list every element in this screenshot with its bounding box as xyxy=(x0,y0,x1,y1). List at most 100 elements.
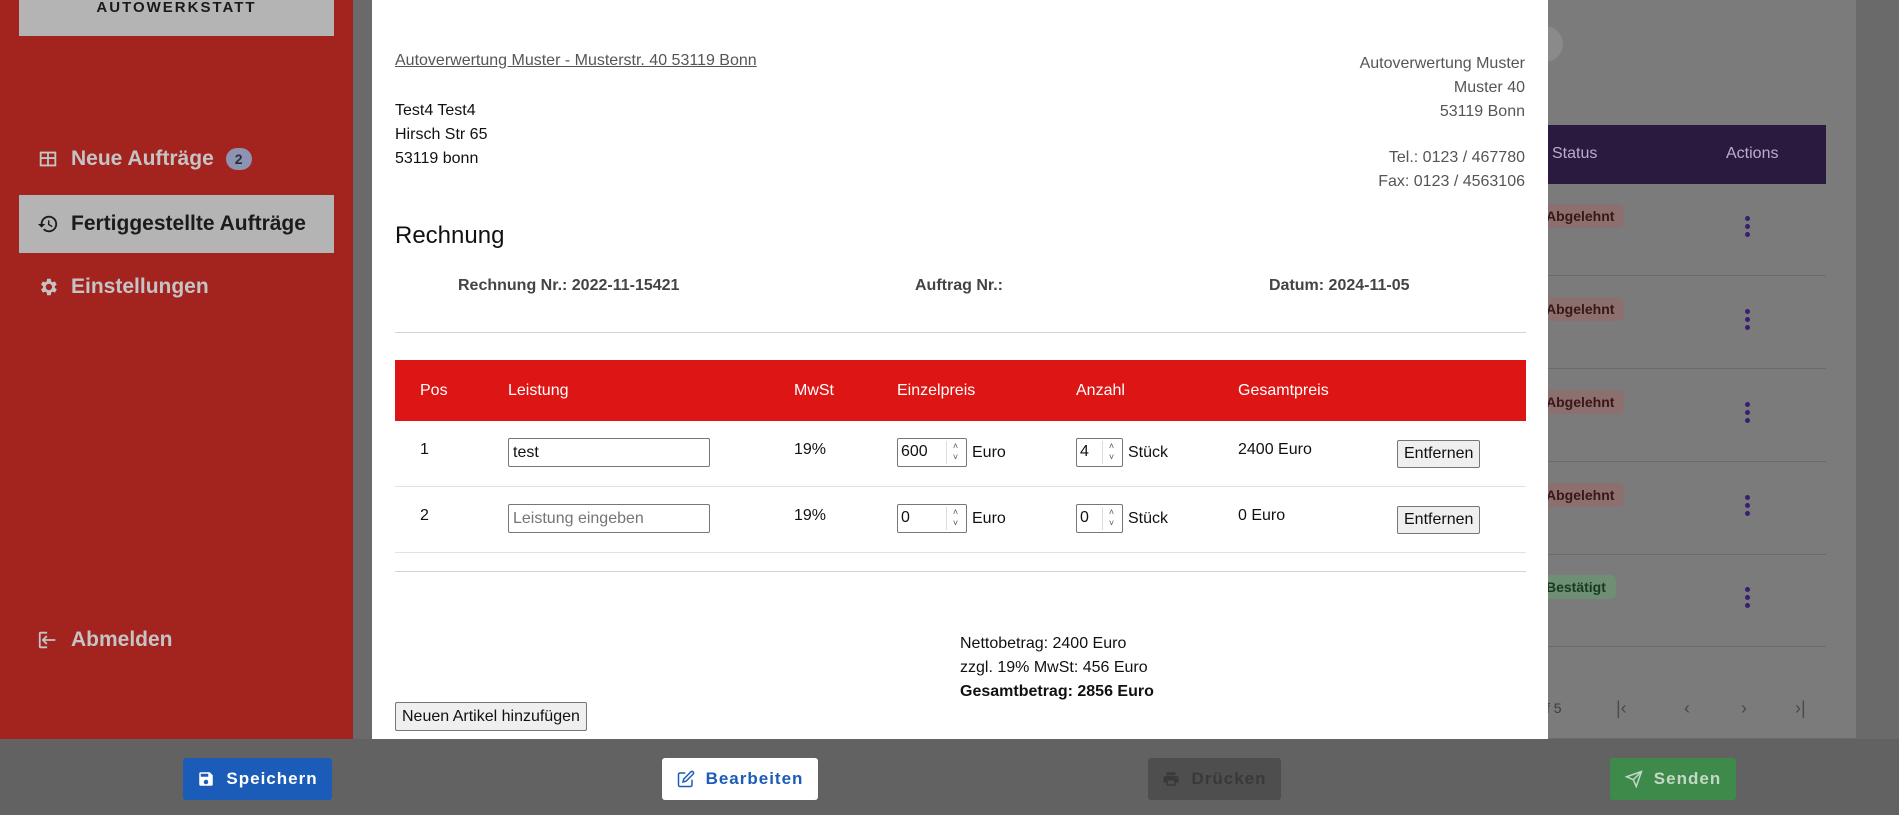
company-name: Autoverwertung Muster xyxy=(1359,55,1525,72)
count-badge: 2 xyxy=(225,148,252,170)
service-input[interactable] xyxy=(508,504,710,533)
recipient-street: Hirsch Str 65 xyxy=(395,126,488,143)
logout-label: Abmelden xyxy=(71,628,173,651)
next-page-icon[interactable]: › xyxy=(1741,698,1747,719)
service-column-header: Leistung xyxy=(508,382,569,399)
quantity-unit-label: Stück xyxy=(1128,444,1169,461)
send-label: Senden xyxy=(1653,769,1722,788)
quantity-value: 0 xyxy=(1080,509,1089,526)
more-actions-icon[interactable] xyxy=(1745,495,1751,519)
order-number: Auftrag Nr.: xyxy=(915,277,1003,294)
vat-column-header: MwSt xyxy=(794,382,834,399)
invoice-title: Rechnung xyxy=(395,222,505,249)
service-input[interactable] xyxy=(508,438,710,467)
last-page-icon[interactable]: ›| xyxy=(1795,698,1806,719)
table-row: Abgelehnt xyxy=(1546,463,1826,555)
quantity-column-header: Anzahl xyxy=(1076,382,1125,399)
invoice-modal: Autoverwertung Muster - Musterstr. 40 53… xyxy=(372,0,1548,758)
unit-price-column-header: Einzelpreis xyxy=(897,382,976,399)
pos-column-header: Pos xyxy=(420,382,448,399)
recipient-name: Test4 Test4 xyxy=(395,102,476,119)
unit-price-value: 600 xyxy=(901,443,928,460)
invoice-items-table: Pos Leistung MwSt Einzelpreis Anzahl Ges… xyxy=(395,360,1526,553)
remove-item-button[interactable]: Entfernen xyxy=(1397,440,1481,468)
company-contact: Tel.: 0123 / 467780 Fax: 0123 / 4563106 xyxy=(1378,146,1525,194)
unit-price-stepper[interactable]: 0 ˄ ˅ xyxy=(897,504,967,533)
sidebar-item-settings[interactable]: Einstellungen xyxy=(19,258,334,316)
vat-amount: zzgl. 19% MwSt: 456 Euro xyxy=(960,659,1148,676)
sidebar-item-label: Neue Aufträge xyxy=(71,147,214,170)
stepper-arrows-icon[interactable]: ˄ ˅ xyxy=(1102,441,1120,464)
more-actions-icon[interactable] xyxy=(1745,587,1751,611)
status-badge: Abgelehnt xyxy=(1546,483,1625,507)
stepper-arrows-icon[interactable]: ˄ ˅ xyxy=(946,441,964,464)
status-badge: Abgelehnt xyxy=(1546,204,1625,228)
table-row: Abgelehnt xyxy=(1546,277,1826,369)
divider xyxy=(395,571,1526,572)
currency-label: Euro xyxy=(972,444,1006,461)
quantity-value: 4 xyxy=(1080,443,1089,460)
net-amount: Nettobetrag: 2400 Euro xyxy=(960,635,1127,652)
sidebar-item-new-orders[interactable]: Neue Aufträge 2 xyxy=(19,130,334,188)
more-actions-icon[interactable] xyxy=(1745,216,1751,240)
quantity-unit-label: Stück xyxy=(1128,510,1169,527)
unit-price-stepper[interactable]: 600 ˄ ˅ xyxy=(897,438,967,467)
orders-table-header: Status Actions xyxy=(1546,125,1826,184)
brand-logo: AUTOWERKSTATT xyxy=(19,0,334,36)
table-row: 2 19% 0 ˄˅ Euro 0 ˄˅ Stück 0 Euro Entfer… xyxy=(395,487,1526,553)
print-button[interactable]: Drücken xyxy=(1148,758,1281,800)
logout-icon xyxy=(38,631,56,649)
table-row: Abgelehnt xyxy=(1546,184,1826,276)
recipient-city: 53119 bonn xyxy=(395,150,479,167)
prev-page-icon[interactable]: ‹ xyxy=(1684,698,1690,719)
more-actions-icon[interactable] xyxy=(1745,402,1751,426)
table-row: Bestätigt xyxy=(1546,555,1826,647)
item-total: 2400 Euro xyxy=(1238,441,1312,458)
status-badge: Abgelehnt xyxy=(1546,297,1625,321)
table-icon xyxy=(39,151,57,167)
item-pos: 1 xyxy=(420,441,429,458)
company-address: Autoverwertung Muster Muster 40 53119 Bo… xyxy=(1360,52,1525,124)
quantity-stepper[interactable]: 0 ˄ ˅ xyxy=(1076,504,1123,533)
save-button[interactable]: Speichern xyxy=(183,758,332,800)
first-page-icon[interactable]: |‹ xyxy=(1616,698,1627,719)
send-button[interactable]: Senden xyxy=(1610,758,1736,800)
unit-price-value: 0 xyxy=(901,509,910,526)
divider xyxy=(395,332,1526,333)
items-table-header: Pos Leistung MwSt Einzelpreis Anzahl Ges… xyxy=(395,360,1526,421)
invoice-date: Datum: 2024-11-05 xyxy=(1269,277,1410,294)
sidebar: AUTOWERKSTATT Neue Aufträge 2 Fertiggest… xyxy=(0,0,353,815)
total-column-header: Gesamtpreis xyxy=(1238,382,1329,399)
item-total: 0 Euro xyxy=(1238,507,1286,524)
stepper-arrows-icon[interactable]: ˄ ˅ xyxy=(946,507,964,530)
gear-icon xyxy=(41,278,57,296)
add-item-button[interactable]: Neuen Artikel hinzufügen xyxy=(395,702,587,731)
invoice-totals: Nettobetrag: 2400 Euro zzgl. 19% MwSt: 4… xyxy=(960,632,1154,704)
table-row: Abgelehnt xyxy=(1546,370,1826,462)
company-fax: Fax: 0123 / 4563106 xyxy=(1378,173,1525,190)
more-actions-icon[interactable] xyxy=(1745,309,1751,333)
actions-column-header: Actions xyxy=(1726,145,1779,162)
company-phone: Tel.: 0123 / 467780 xyxy=(1388,149,1525,166)
remove-item-button[interactable]: Entfernen xyxy=(1397,506,1481,534)
recipient-address: Test4 Test4 Hirsch Str 65 53119 bonn xyxy=(395,99,487,171)
item-vat: 19% xyxy=(794,507,827,524)
save-label: Speichern xyxy=(226,769,318,788)
stepper-arrows-icon[interactable]: ˄ ˅ xyxy=(1102,507,1120,530)
currency-label: Euro xyxy=(972,510,1006,527)
status-column-header: Status xyxy=(1552,145,1598,162)
edit-button[interactable]: Bearbeiten xyxy=(662,758,818,800)
logout-button[interactable]: Abmelden xyxy=(19,611,334,669)
edit-icon xyxy=(677,770,694,788)
quantity-stepper[interactable]: 4 ˄ ˅ xyxy=(1076,438,1123,467)
sender-address-line: Autoverwertung Muster - Musterstr. 40 53… xyxy=(395,52,757,69)
paper-plane-icon xyxy=(1624,770,1643,788)
sidebar-item-completed-orders[interactable]: Fertiggestellte Aufträge xyxy=(19,195,334,253)
company-street: Muster 40 xyxy=(1453,79,1525,96)
sidebar-item-label: Einstellungen xyxy=(71,275,209,298)
print-label: Drücken xyxy=(1191,769,1267,788)
printer-icon xyxy=(1163,772,1179,786)
gross-amount: Gesamtbetrag: 2856 Euro xyxy=(960,683,1154,700)
invoice-number: Rechnung Nr.: 2022-11-15421 xyxy=(458,277,680,294)
item-vat: 19% xyxy=(794,441,827,458)
